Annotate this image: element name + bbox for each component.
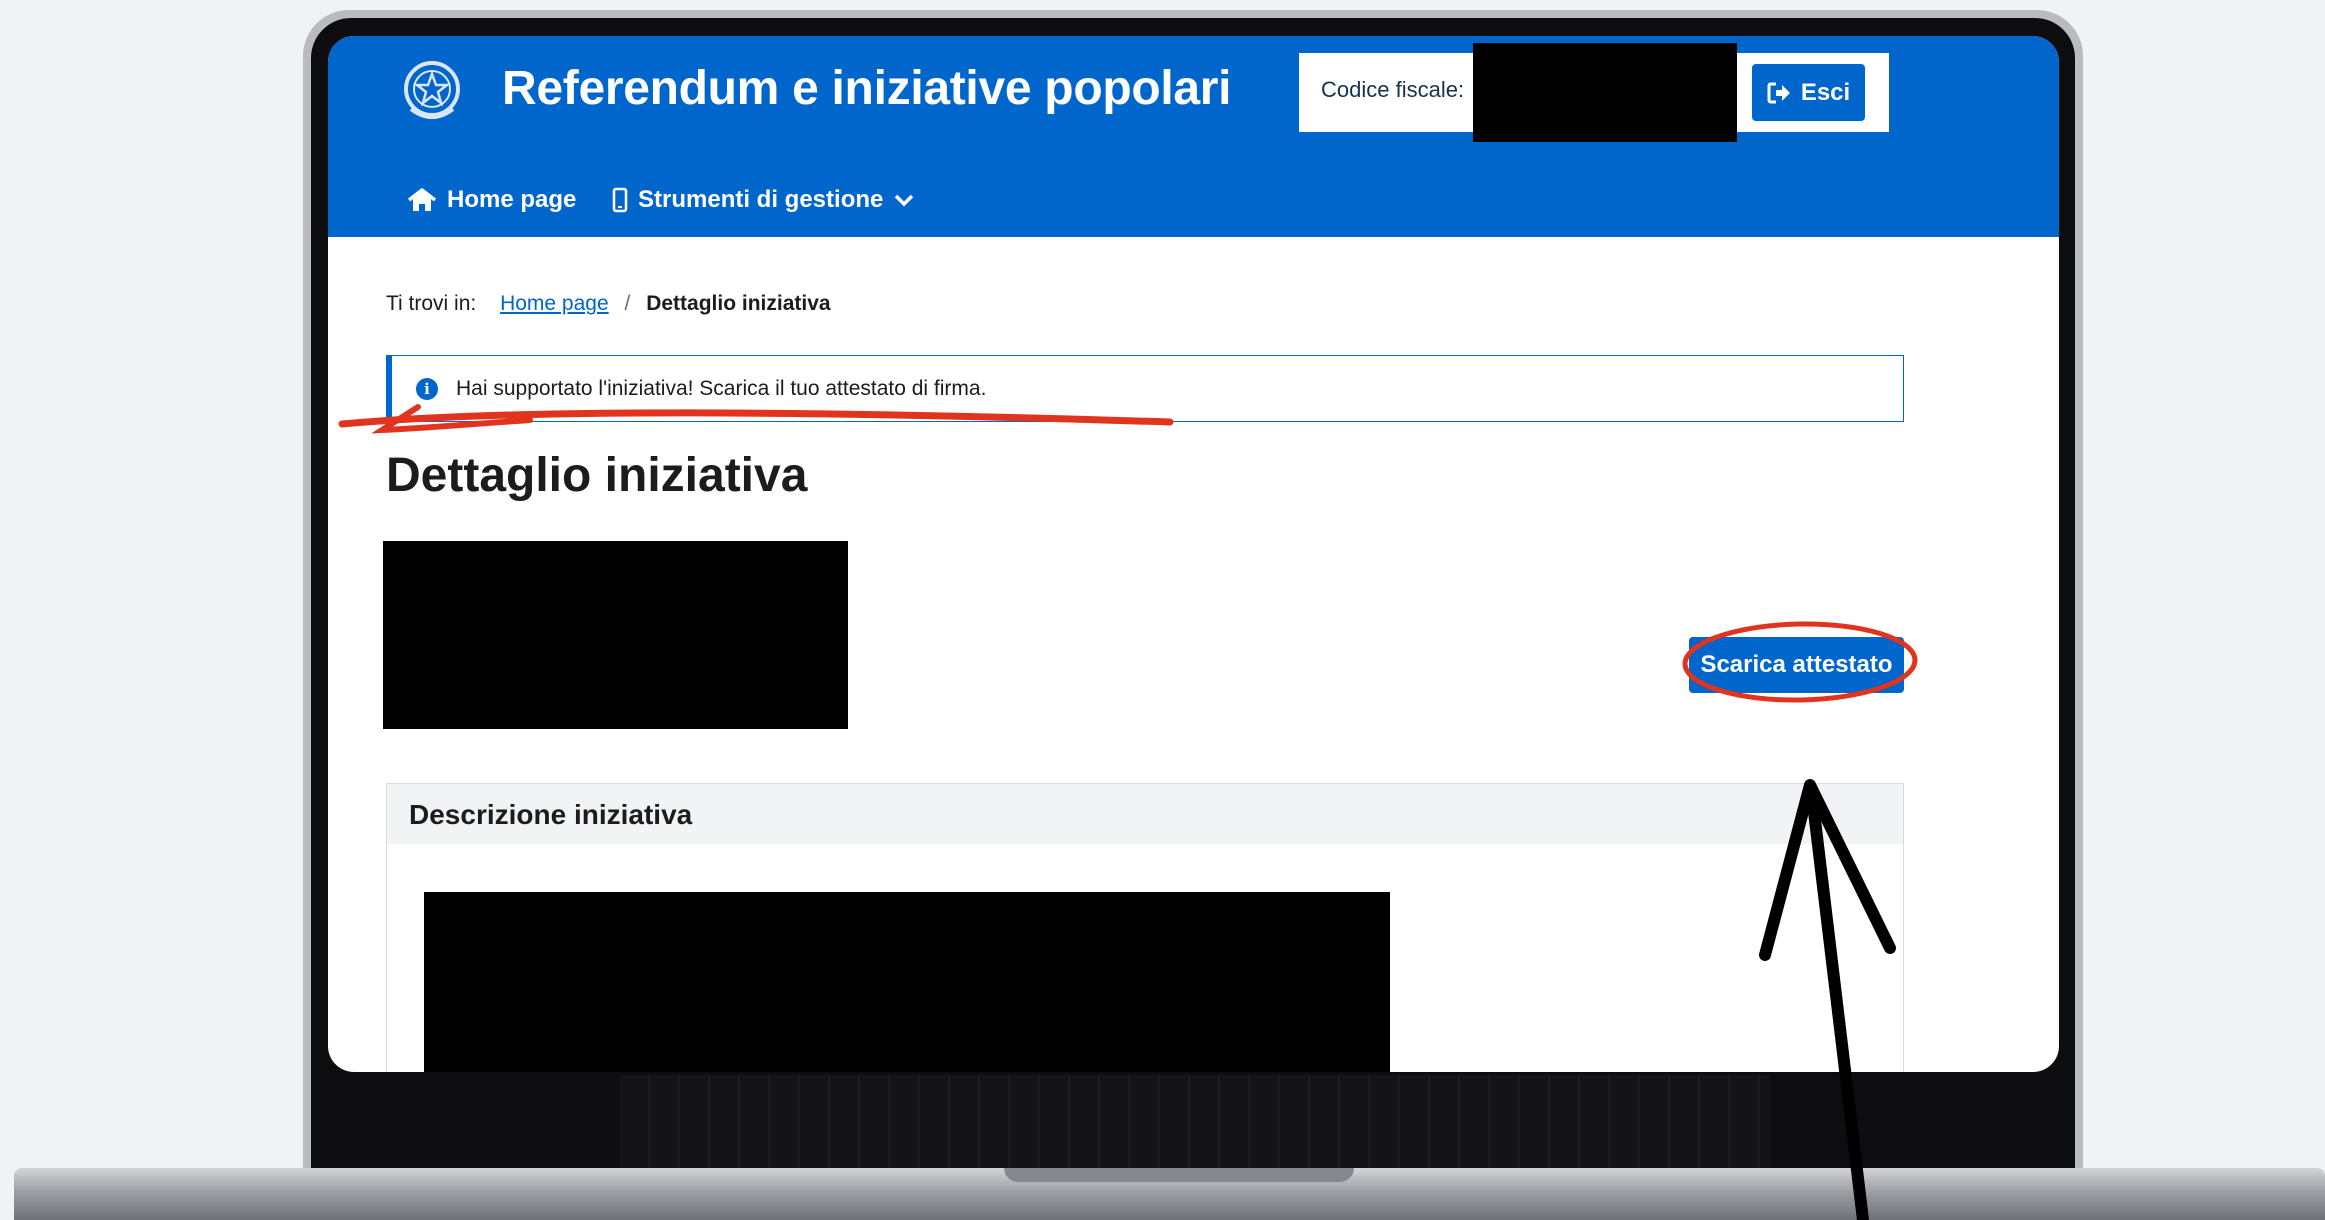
fiscal-code-redacted [1473,43,1737,142]
breadcrumb-prefix: Ti trovi in: [386,292,477,315]
browser-screen: Referendum e iniziative popolari Codice … [328,36,2059,1072]
fiscal-code-box: Codice fiscale: Esci [1299,43,1889,142]
emblem-icon [404,61,460,119]
site-title[interactable]: Referendum e iniziative popolari [502,61,1232,116]
nav-item-strumenti-label: Strumenti di gestione [638,186,884,213]
description-card: Descrizione iniziativa [386,783,1904,1072]
breadcrumb: Ti trovi in: Home page / Dettaglio inizi… [386,292,831,316]
alert-text: Hai supportato l'iniziativa! Scarica il … [456,377,987,400]
page-title: Dettaglio iniziativa [386,449,808,502]
nav-item-home[interactable]: Home page [407,186,576,214]
sign-out-icon [1767,82,1790,103]
nav-item-strumenti[interactable]: Strumenti di gestione [612,186,915,214]
breadcrumb-current: Dettaglio iniziativa [646,292,831,315]
info-alert: i Hai supportato l'iniziativa! Scarica i… [386,355,1904,422]
initiative-info-redacted [383,541,848,729]
nav-item-home-label: Home page [447,186,577,213]
fiscal-code-label: Codice fiscale: [1321,77,1465,102]
chevron-down-icon [895,194,914,207]
site-header: Referendum e iniziative popolari Codice … [328,36,2059,237]
keyboard-reflection [620,1075,1770,1175]
info-icon: i [416,378,438,400]
mobile-icon [612,187,628,213]
logout-button[interactable]: Esci [1752,64,1865,121]
description-card-header: Descrizione iniziativa [387,784,1903,844]
logout-label: Esci [1800,78,1851,106]
breadcrumb-separator: / [624,292,631,315]
description-title: Descrizione iniziativa [409,799,693,830]
home-icon [407,188,437,211]
description-redacted [424,892,1390,1072]
laptop-base-notch [1004,1168,1354,1182]
download-certificate-button[interactable]: Scarica attestato [1689,637,1904,693]
breadcrumb-home-link[interactable]: Home page [500,292,609,315]
